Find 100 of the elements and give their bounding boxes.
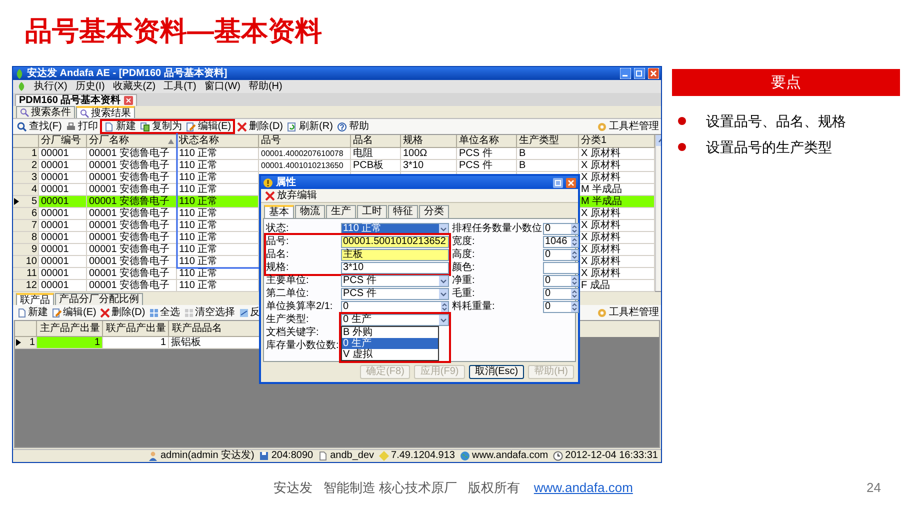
table-cell: X 原材料 — [581, 208, 620, 219]
status-item: admin(admin 安达发) — [160, 450, 254, 462]
row-number: 8 — [31, 232, 37, 243]
row-number: 7 — [31, 220, 37, 231]
table-cell: 00001 — [41, 160, 69, 171]
field-label: 状态: — [266, 222, 290, 234]
bullet-text: 设置品号、品名、规格 — [706, 112, 846, 130]
row-number: 4 — [31, 184, 37, 195]
field-label: 品号: — [266, 236, 290, 248]
row-number: 11 — [26, 268, 37, 279]
table-cell: 1 — [37, 337, 103, 349]
status-item: 204:8090 — [271, 450, 314, 462]
field-label: 第二单位: — [266, 288, 310, 300]
table-cell: 00001 安德鲁电子 — [89, 268, 170, 279]
page-number: 24 — [866, 479, 881, 498]
field-label: 料耗重量: — [452, 300, 496, 312]
table-cell: 110 正常 — [179, 280, 218, 291]
field-label: 生产类型: — [266, 314, 310, 326]
table-cell: 110 正常 — [179, 196, 218, 207]
table-cell: 00001 安德鲁电子 — [89, 172, 170, 183]
table-cell: 00001 安德鲁电子 — [89, 244, 170, 255]
table-cell: M 半成品 — [581, 196, 622, 207]
table-cell: 00001 安德鲁电子 — [89, 160, 170, 171]
row-number: 1 — [29, 337, 35, 348]
table-cell: 110 正常 — [179, 232, 218, 243]
table-cell: 3*10 — [403, 160, 424, 171]
row-number: 12 — [26, 280, 37, 291]
field-label: 文档关键字: — [266, 326, 320, 338]
dialog-title: 属性 — [276, 176, 297, 188]
table-cell: 00001 — [41, 268, 69, 279]
table-cell: X 原材料 — [581, 244, 620, 255]
table-cell: 00001 — [41, 244, 69, 255]
table-cell: X 原材料 — [581, 268, 620, 279]
table-cell: 00001 — [41, 256, 69, 267]
table-cell: B — [519, 160, 526, 171]
row-number: 1 — [31, 148, 37, 159]
footer-text: 安达发 智能制造 核心技术原厂 版权所有 — [274, 479, 520, 498]
table-cell: 00001.4001010213650 — [261, 160, 344, 171]
table-cell: M 半成品 — [581, 184, 622, 195]
row-number: 6 — [31, 208, 37, 219]
status-item: www.andafa.com — [472, 450, 548, 462]
table-cell: 00001 安德鲁电子 — [89, 148, 170, 159]
table-cell: X 原材料 — [581, 172, 620, 183]
document-tab-label: PDM160 品号基本资料 — [19, 95, 121, 106]
table-cell: 00001 — [41, 232, 69, 243]
table-cell: 110 正常 — [179, 184, 218, 195]
table-cell: 00001 — [41, 196, 69, 207]
field-label: 毛重: — [452, 288, 476, 300]
table-cell: 00001 — [41, 172, 69, 183]
row-number: 2 — [31, 160, 37, 171]
slide-title: 品号基本资料—基本资料 — [25, 15, 322, 48]
table-cell: PCS 件 — [459, 148, 492, 159]
status-item: andb_dev — [330, 450, 374, 462]
field-label: 库存量小数位数: — [266, 340, 340, 352]
row-number: 3 — [31, 172, 37, 183]
table-cell: 110 正常 — [179, 220, 218, 231]
field-label: 排程任务数量小数位 — [452, 222, 542, 234]
field-label: 品名: — [266, 248, 290, 260]
row-number: 9 — [31, 244, 37, 255]
table-cell: X 原材料 — [581, 148, 620, 159]
table-cell: 110 正常 — [179, 256, 218, 267]
bullet-text: 设置品号的生产类型 — [706, 138, 832, 156]
table-cell: 110 正常 — [179, 172, 218, 183]
table-cell: 110 正常 — [179, 148, 218, 159]
table-cell: 00001 — [41, 148, 69, 159]
status-item: 7.49.1204.913 — [391, 450, 455, 462]
table-cell: 110 正常 — [179, 160, 218, 171]
row-number: 5 — [31, 196, 37, 207]
table-cell: 00001 安德鲁电子 — [89, 196, 170, 207]
table-cell: X 原材料 — [581, 220, 620, 231]
table-cell: X 原材料 — [581, 160, 620, 171]
table-cell: B — [519, 148, 526, 159]
status-item: 2012-12-04 16:33:31 — [565, 450, 658, 462]
table-cell: 00001 安德鲁电子 — [89, 184, 170, 195]
table-cell: PCB板 — [353, 160, 384, 171]
table-cell: 00001 — [41, 220, 69, 231]
field-label: 单位换算率2/1: — [266, 300, 334, 312]
table-cell: 00001 安德鲁电子 — [89, 208, 170, 219]
table-cell: 00001 安德鲁电子 — [89, 256, 170, 267]
table-cell: 00001 安德鲁电子 — [89, 220, 170, 231]
field-label: 宽度: — [452, 236, 476, 248]
table-cell: 电阻 — [353, 148, 373, 159]
table-cell: X 原材料 — [581, 256, 620, 267]
table-cell: 00001 — [41, 208, 69, 219]
table-cell: 1 — [103, 337, 169, 349]
field-label: 高度: — [452, 248, 476, 260]
window-title: 安达发 Andafa AE - [PDM160 品号基本资料] — [27, 68, 228, 80]
table-cell: 110 正常 — [179, 268, 218, 279]
table-cell: 100Ω — [403, 148, 428, 159]
table-cell: 00001.4000207610078 — [261, 148, 344, 159]
table-cell: 00001 安德鲁电子 — [89, 280, 170, 291]
table-cell: PCS 件 — [459, 160, 492, 171]
table-cell: 110 正常 — [179, 244, 218, 255]
table-cell: F 成品 — [581, 280, 610, 291]
table-cell: 00001 — [41, 280, 69, 291]
table-cell: 00001 — [41, 184, 69, 195]
table-cell: X 原材料 — [581, 232, 620, 243]
table-cell: 110 正常 — [179, 208, 218, 219]
table-cell: 00001 安德鲁电子 — [89, 232, 170, 243]
row-number: 10 — [26, 256, 37, 267]
